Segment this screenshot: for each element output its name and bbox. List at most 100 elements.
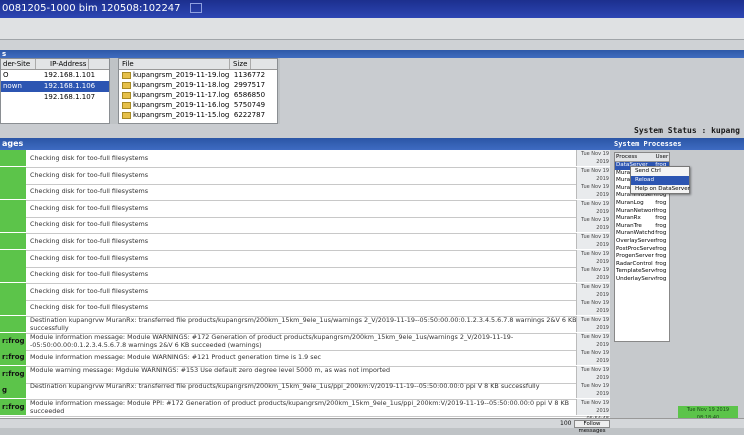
file-size: 1136772: [233, 71, 266, 79]
message-date: Tue Nov 19 2019: [581, 167, 609, 182]
process-user: frog: [655, 253, 667, 260]
message-level: [0, 183, 26, 200]
menu-item-send-ctrl[interactable]: Send Ctrl: [631, 167, 689, 176]
message-timestamp: Tue Nov 19 201907:18:00: [576, 216, 610, 239]
file-name: kupangrsm_2019-11-18.log: [119, 80, 230, 90]
message-row[interactable]: Checking disk for too-full filesystems Tu…: [0, 199, 610, 223]
message-row[interactable]: r:frog Module warning message: Mgdule WAR…: [0, 365, 610, 389]
message-row[interactable]: Checking disk for too-full filesystems Tu…: [0, 266, 610, 289]
message-level: [0, 216, 26, 233]
file-size: 2997517: [233, 81, 266, 89]
file-name-text: kupangrsm_2019-11-16.log: [133, 101, 230, 109]
message-timestamp: Tue Nov 19 201906:03:00: [576, 299, 610, 322]
hosts-table: der-Site IP-Address O 192.168.1.101 nown…: [0, 58, 110, 124]
message-row[interactable]: Checking disk for too-full filesystems Tu…: [0, 233, 610, 256]
files-column-size[interactable]: Size: [230, 59, 252, 69]
process-row[interactable]: MuranWatchdogfrog: [615, 230, 669, 238]
hosts-section-header: s: [0, 50, 744, 58]
process-user: frog: [655, 199, 667, 206]
process-row[interactable]: PostProcServer frog: [615, 246, 669, 254]
host-row[interactable]: 192.168.1.107: [1, 92, 109, 103]
message-row[interactable]: Checking disk for too-full filesystems Tu…: [0, 299, 610, 322]
files-column-file[interactable]: File: [119, 59, 230, 69]
file-row[interactable]: kupangrsm_2019-11-18.log 2997517: [119, 80, 277, 90]
message-text: Checking disk for too-full filesystems: [30, 270, 149, 279]
process-name: OverlayServer: [616, 237, 656, 244]
process-row[interactable]: OverlayServer frog: [615, 238, 669, 246]
process-name: UnderlayServer: [616, 275, 656, 282]
message-row[interactable]: Checking disk for too-full filesystems Tu…: [0, 183, 610, 206]
message-row[interactable]: g Destination kupangrvw MuranRx: transfer…: [0, 382, 610, 405]
message-level: [0, 266, 26, 283]
message-row[interactable]: Checking disk for too-full filesystems Tu…: [0, 282, 610, 306]
message-row[interactable]: r:frog Module information message: Module…: [0, 332, 610, 356]
message-level: r:frog: [0, 365, 26, 382]
process-row[interactable]: ProgenServer frog: [615, 253, 669, 261]
message-timestamp: Tue Nov 19 201907:33:00: [576, 199, 610, 223]
file-size: 6586850: [233, 91, 266, 99]
process-row[interactable]: RadarControl frog: [615, 261, 669, 269]
process-row[interactable]: TemplateServerfrog: [615, 268, 669, 276]
message-timestamp: Tue Nov 19 201905:54:51: [576, 349, 610, 372]
processes-header-label: System Processes: [614, 140, 682, 148]
process-row[interactable]: MuranTre frog: [615, 223, 669, 231]
process-row[interactable]: MuranNetwork frog: [615, 208, 669, 216]
status-date: Tue Nov 19 2019: [686, 407, 730, 413]
message-row[interactable]: Checking disk for too-full filesystems Tu…: [0, 216, 610, 239]
message-row[interactable]: Checking disk for too-full filesystems Tu…: [0, 249, 610, 273]
host-site: O: [3, 71, 9, 79]
message-text: Checking disk for too-full filesystems: [30, 286, 149, 295]
process-user: frog: [655, 222, 667, 229]
files-table-header: File Size: [119, 59, 277, 70]
messages-header: ages: [0, 138, 610, 150]
system-status-label: System Status : kupang: [634, 126, 740, 135]
log-file-icon: [122, 91, 131, 99]
menu-item-reload[interactable]: Reload: [631, 176, 689, 185]
menu-item-help[interactable]: Help on DataServer: [631, 185, 690, 194]
process-row[interactable]: MuranRx frog: [615, 215, 669, 223]
file-row[interactable]: kupangrsm_2019-11-19.log 1136772: [119, 70, 277, 80]
message-row[interactable]: Checking disk for too-full filesystems Tu…: [0, 150, 610, 173]
file-row[interactable]: kupangrsm_2019-11-16.log 5750749: [119, 100, 277, 110]
message-text: Checking disk for too-full filesystems: [30, 203, 149, 212]
message-date: Tue Nov 19 2019: [581, 184, 609, 199]
host-row[interactable]: O 192.168.1.101: [1, 70, 109, 81]
message-row[interactable]: r:frog Module information message: Module…: [0, 349, 610, 372]
message-date: Tue Nov 19 2019: [581, 217, 609, 232]
process-user: frog: [655, 275, 667, 282]
file-row[interactable]: kupangrsm_2019-11-17.log 6586850: [119, 90, 277, 100]
file-row[interactable]: kupangrsm_2019-11-15.log 6222787: [119, 110, 277, 120]
follow-messages-button[interactable]: Follow messages: [574, 420, 610, 434]
message-timestamp: Tue Nov 19 201906:33:00: [576, 266, 610, 289]
host-row-selected[interactable]: nown 192.168.1.106: [1, 81, 109, 92]
file-size: 5750749: [233, 101, 266, 109]
message-timestamp: Tue Nov 19 201906:18:00: [576, 282, 610, 306]
host-site: nown: [3, 82, 22, 90]
process-name: MuranRx: [616, 215, 641, 222]
process-user: frog: [655, 230, 667, 237]
process-row[interactable]: UnderlayServer frog: [615, 276, 669, 284]
hosts-column-ip[interactable]: IP-Address: [36, 59, 90, 69]
process-column-name[interactable]: Process: [615, 153, 655, 161]
log-file-icon: [122, 81, 131, 89]
message-date: Tue Nov 19 2019: [581, 234, 609, 248]
processes-header: System Processes: [610, 138, 744, 150]
message-level: [0, 150, 26, 166]
upper-empty-area: [280, 58, 744, 124]
message-date: Tue Nov 19 2019: [581, 283, 609, 298]
message-timestamp: Tue Nov 19 201905:54:50: [576, 365, 610, 389]
messages-list[interactable]: Checking disk for too-full filesystems Tu…: [0, 150, 610, 422]
process-name: MuranWatchdog: [616, 230, 655, 237]
file-name: kupangrsm_2019-11-17.log: [119, 90, 230, 100]
message-row[interactable]: Checking disk for too-full filesystems Tu…: [0, 166, 610, 190]
process-row[interactable]: MuranLog frog: [615, 200, 669, 208]
window-control-icon[interactable]: [189, 3, 202, 13]
message-date: Tue Nov 19 2019: [581, 350, 609, 365]
message-row[interactable]: r:frog Module information message: Module…: [0, 399, 610, 422]
message-date: Tue Nov 19 2019: [581, 151, 609, 165]
message-row[interactable]: Destination kupangrvw MuranRx: transferr…: [0, 316, 610, 339]
process-user: frog: [655, 237, 667, 244]
process-column-user[interactable]: User: [655, 153, 669, 161]
hosts-column-site[interactable]: der-Site: [1, 59, 36, 69]
message-text: Checking disk for too-full filesystems: [30, 303, 149, 312]
